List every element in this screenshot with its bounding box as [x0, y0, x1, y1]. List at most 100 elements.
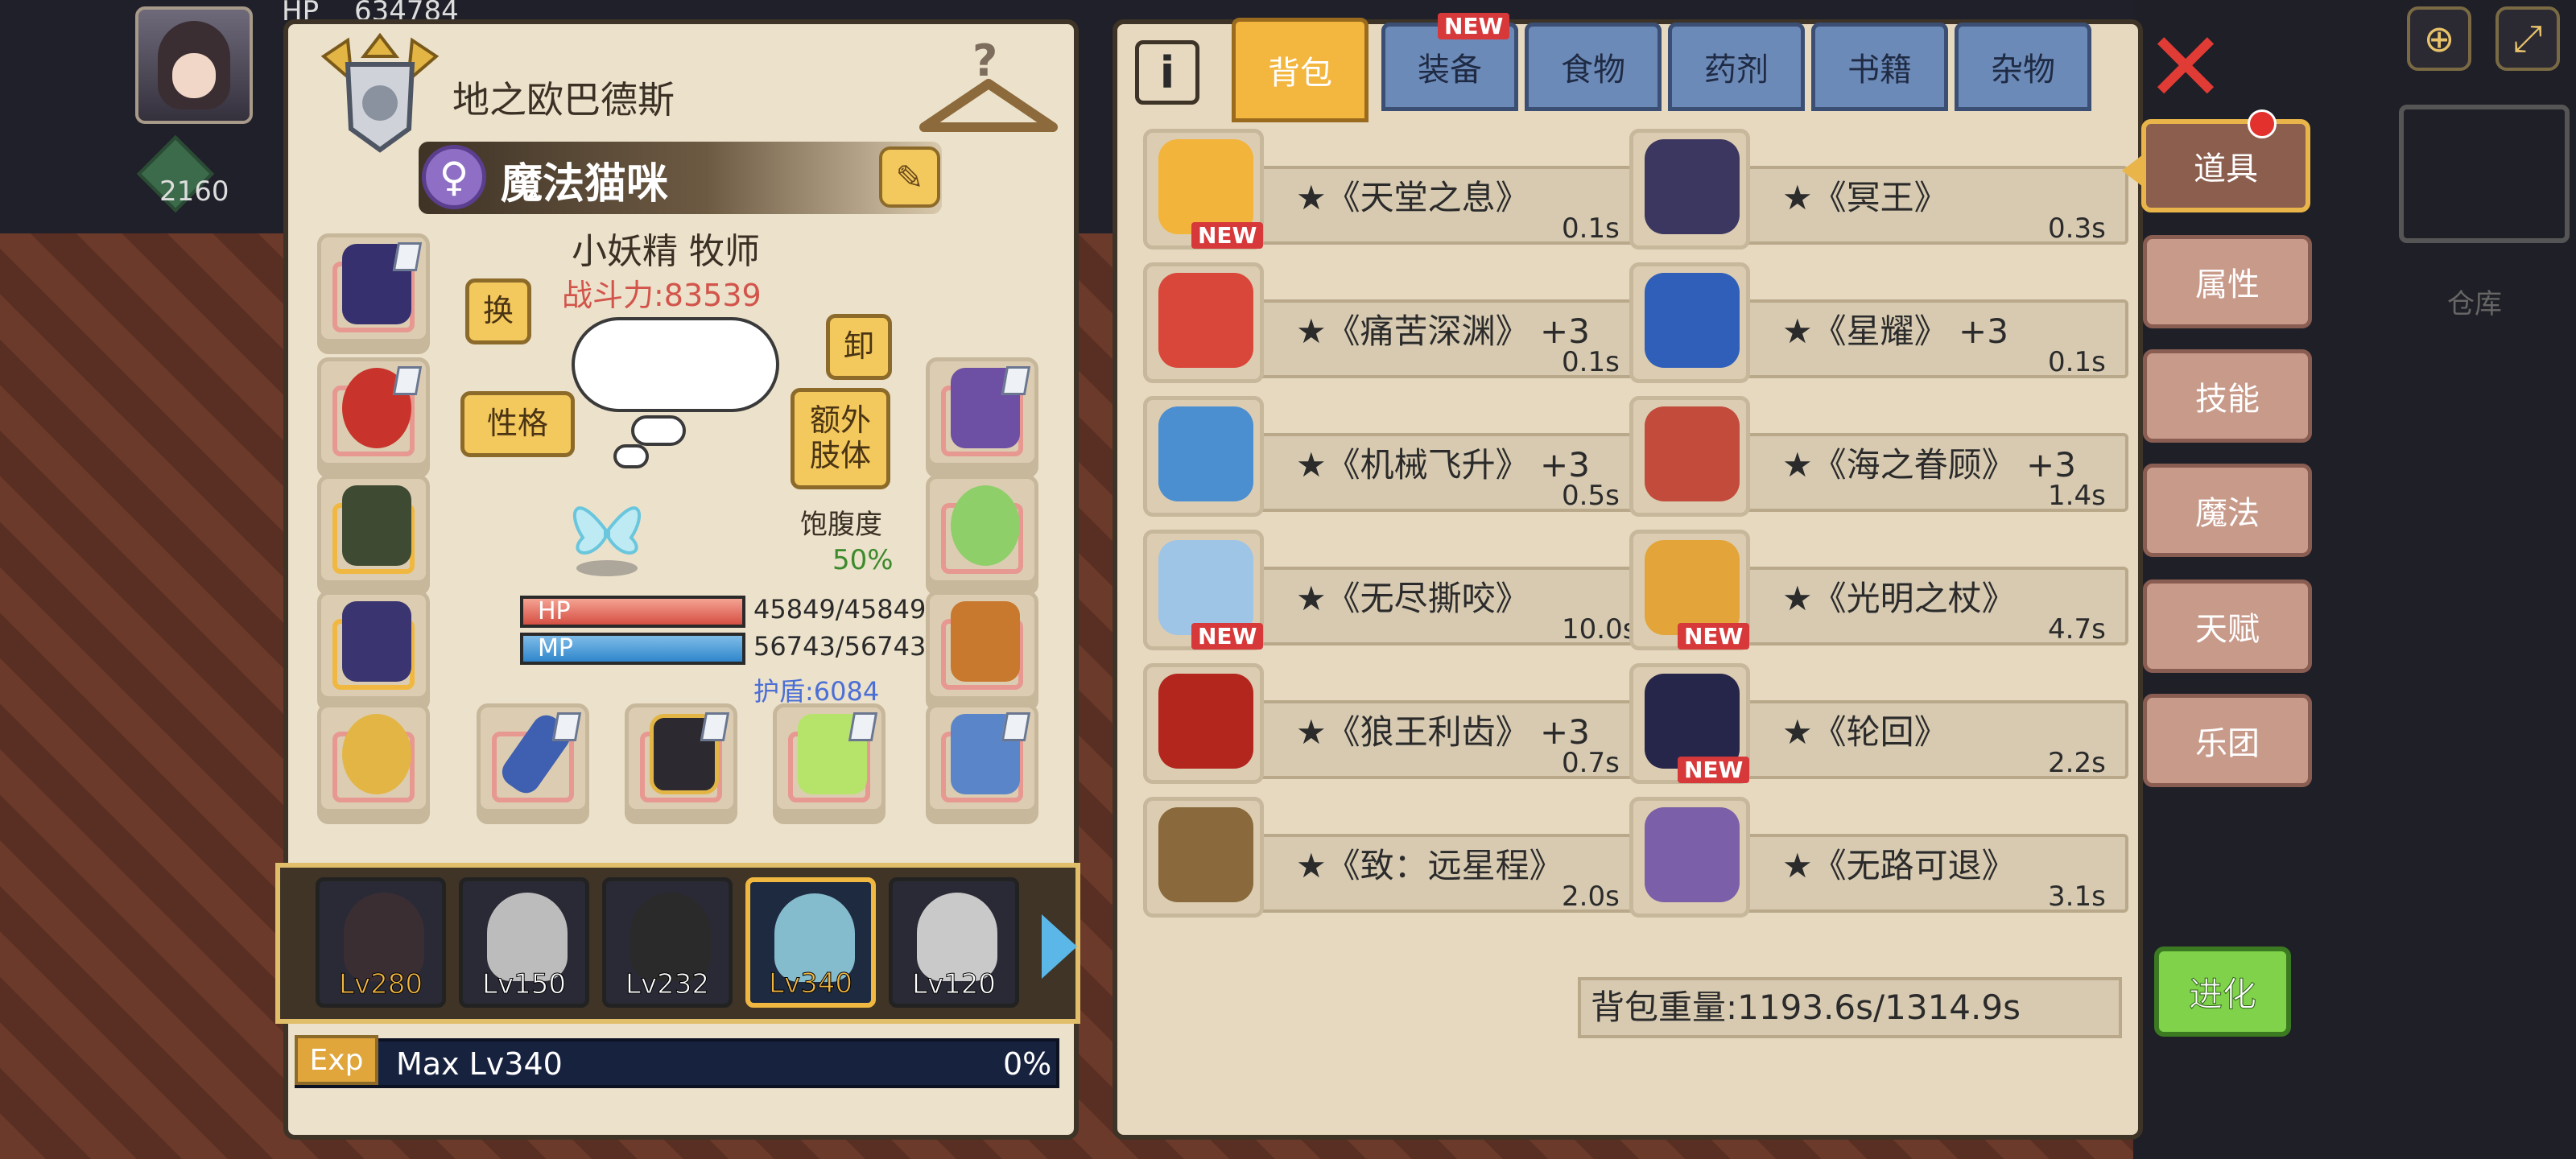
item-icon	[1158, 406, 1253, 501]
extra-limb-button[interactable]: 额外 肢体	[791, 388, 890, 489]
fairy-character-sprite	[572, 506, 642, 576]
item-slot[interactable]	[1143, 396, 1264, 517]
item-name: ★《冥王》	[1782, 178, 1948, 217]
party-level: Lv150	[482, 968, 567, 1001]
combat-power: 战斗力:83539	[562, 278, 762, 313]
party-member-2[interactable]: Lv150	[459, 877, 589, 1008]
hp-value: 45849/45849	[753, 594, 927, 625]
exp-level-text: Max Lv340	[396, 1046, 563, 1082]
item-icon	[1645, 807, 1740, 902]
equip-slot-helmet[interactable]	[317, 233, 430, 354]
equip-slot-weapon[interactable]	[477, 703, 589, 824]
item-icon	[1158, 807, 1253, 902]
item-name: ★《狼王利齿》 +3	[1296, 712, 1590, 752]
item-slot[interactable]	[1629, 262, 1750, 383]
item-weight: 1.4s	[2048, 480, 2106, 512]
unequip-button[interactable]: 卸	[826, 314, 892, 380]
swap-button[interactable]: 换	[465, 278, 531, 344]
equip-slot-water-gun[interactable]	[773, 703, 886, 824]
equip-slot-cloak[interactable]	[317, 475, 430, 596]
satiety-label: 饱腹度	[800, 509, 882, 541]
side-tab-attributes[interactable]: 属性	[2143, 235, 2312, 328]
equip-slot-ring[interactable]	[317, 703, 430, 824]
item-slot[interactable]	[1143, 262, 1264, 383]
item-weight: 0.1s	[2048, 346, 2106, 378]
tab-bag[interactable]: 背包	[1232, 18, 1368, 122]
rank-crest-icon	[320, 32, 440, 153]
equip-slot-mirror[interactable]	[926, 475, 1038, 596]
player-avatar[interactable]	[135, 6, 253, 124]
tab-books[interactable]: 书籍	[1811, 23, 1948, 111]
globe-icon[interactable]: ⊕	[2407, 6, 2471, 71]
notification-dot	[2248, 109, 2277, 138]
party-member-4[interactable]: Lv340	[745, 877, 876, 1008]
side-tab-items[interactable]: 道具	[2122, 119, 2310, 212]
side-tab-band[interactable]: 乐团	[2143, 694, 2312, 787]
job-label: 小妖精 牧师	[572, 231, 760, 272]
item-name: ★《海之眷顾》 +3	[1782, 445, 2076, 485]
party-member-1[interactable]: Lv280	[316, 877, 446, 1008]
equip-slot-amulet[interactable]	[317, 357, 430, 478]
item-name: ★《致：远星程》	[1296, 846, 1563, 885]
item-weight: 0.5s	[1562, 480, 1620, 512]
new-item-badge: NEW	[1678, 757, 1750, 783]
item-icon	[1645, 273, 1740, 368]
party-member-5[interactable]: Lv120	[889, 877, 1019, 1008]
item-name: ★《无路可退》	[1782, 846, 2016, 885]
side-tab-magic[interactable]: 魔法	[2143, 464, 2312, 557]
tab-potion[interactable]: 药剂	[1668, 23, 1805, 111]
thought-bubble-tiny	[613, 444, 649, 468]
item-icon	[1645, 406, 1740, 501]
mp-bar: MP	[520, 633, 745, 665]
equip-slot-accessory[interactable]	[926, 703, 1038, 824]
item-name: ★《天堂之息》	[1296, 178, 1530, 217]
item-icon	[1645, 674, 1740, 769]
item-icon	[1158, 674, 1253, 769]
item-name: ★《星耀》 +3	[1782, 311, 2008, 351]
item-slot[interactable]	[1629, 129, 1750, 250]
wardrobe-hanger-icon[interactable]: ?	[916, 39, 1061, 143]
exit-fullscreen-icon[interactable]: ⤢	[2496, 6, 2560, 71]
info-icon[interactable]: i	[1135, 40, 1199, 105]
item-slot[interactable]	[1143, 797, 1264, 918]
side-tab-skills[interactable]: 技能	[2143, 349, 2312, 443]
exp-tag: Exp	[295, 1035, 378, 1085]
item-weight: 0.3s	[2048, 212, 2106, 245]
svg-text:?: ?	[972, 39, 997, 86]
evolve-button[interactable]: 进化	[2154, 947, 2291, 1037]
personality-button[interactable]: 性格	[460, 391, 575, 457]
item-weight: 0.1s	[1562, 346, 1620, 378]
item-slot[interactable]	[1629, 797, 1750, 918]
item-icon	[1158, 540, 1253, 635]
side-tab-talent[interactable]: 天赋	[2143, 580, 2312, 673]
bag-weight: 背包重量:1193.6s/1314.9s	[1578, 977, 2122, 1038]
item-slot[interactable]	[1143, 663, 1264, 784]
new-item-badge: NEW	[1191, 222, 1264, 249]
rename-edit-button[interactable]: ✎	[879, 146, 940, 208]
pet-name-bar	[419, 142, 942, 214]
tab-misc[interactable]: 杂物	[1955, 23, 2091, 111]
party-member-3[interactable]: Lv232	[602, 877, 733, 1008]
tab-food[interactable]: 食物	[1525, 23, 1662, 111]
minimap[interactable]	[2399, 105, 2570, 243]
exp-percent: 0%	[1003, 1046, 1052, 1082]
thought-bubble-small	[631, 415, 686, 446]
thought-cloud	[572, 317, 779, 412]
item-icon	[1158, 273, 1253, 368]
item-slot[interactable]	[1629, 396, 1750, 517]
item-icon	[1645, 540, 1740, 635]
satiety-value: 50%	[832, 544, 894, 576]
item-weight: 3.1s	[2048, 881, 2106, 913]
warehouse-label: 仓库	[2447, 288, 2502, 320]
item-weight: 4.7s	[2048, 613, 2106, 645]
item-name: ★《机械飞升》 +3	[1296, 445, 1590, 485]
equip-slot-gloves[interactable]	[926, 357, 1038, 478]
party-scroll-right-icon[interactable]	[1042, 914, 1077, 979]
equip-slot-boots[interactable]	[926, 591, 1038, 711]
close-icon[interactable]: ✕	[2141, 20, 2230, 117]
equip-slot-shield[interactable]	[625, 703, 737, 824]
item-weight: 0.1s	[1562, 212, 1620, 245]
pet-name: 魔法猫咪	[501, 160, 669, 208]
party-level: Lv280	[339, 968, 423, 1001]
equip-slot-armor[interactable]	[317, 591, 430, 711]
